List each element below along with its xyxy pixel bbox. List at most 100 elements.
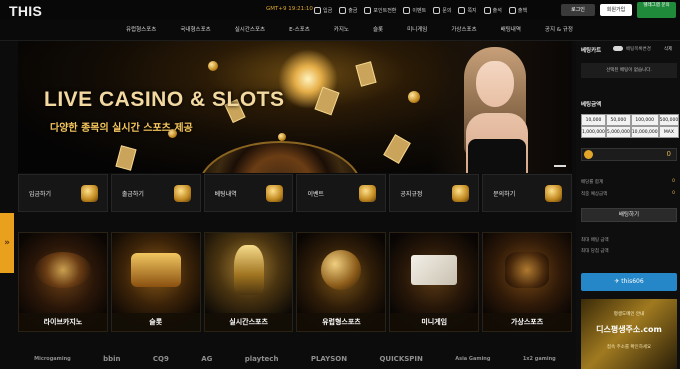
site-logo[interactable]: THIS — [9, 3, 42, 19]
top-link-withdraw[interactable]: 출금 — [339, 3, 357, 17]
betslip-title: 베팅카트 — [581, 48, 602, 54]
quick-inquiry-button[interactable]: 문의하기 — [482, 174, 572, 212]
place-bet-button[interactable]: 배팅하기 — [581, 208, 677, 222]
deposit-icon — [314, 6, 321, 14]
game-card-live-casino[interactable]: 라이브카지노 — [18, 232, 108, 332]
nav-casino[interactable]: 카지노 — [322, 20, 361, 40]
cards-image — [411, 255, 458, 286]
betslip-toggle-label: 베팅목록변경 — [626, 47, 651, 52]
top-bar: THIS GMT+9 19:21:10 입금 출금 포인트전환 이벤트 문의 쪽… — [0, 0, 680, 20]
top-link-inquiry[interactable]: 문의 — [433, 3, 451, 17]
provider-logo: Asia Gaming — [455, 355, 491, 362]
bet-amount-input[interactable]: 0 — [581, 148, 677, 161]
gift-icon — [403, 6, 411, 14]
quick-notice-button[interactable]: 공지규정 — [389, 174, 480, 212]
withdraw-icon — [339, 6, 347, 14]
telegram-button[interactable]: 텔레그램 문의 — [637, 2, 676, 18]
soccer-ball-image — [321, 250, 362, 291]
hero-banner[interactable]: LIVE CASINO & SLOTS 다양한 종목의 실시간 스포츠 제공 — [18, 41, 572, 173]
chat-icon — [433, 6, 441, 14]
top-link-checkin[interactable]: 출첵 — [508, 3, 527, 17]
coin-image — [208, 61, 218, 71]
amount-button[interactable]: 10,000,000 — [630, 126, 659, 138]
amount-button[interactable]: 1,000,000 — [581, 126, 606, 138]
nav-euro-sports[interactable]: 유럽형스포츠 — [114, 20, 168, 40]
domain-ad-banner[interactable]: 평생도메인 안내 디스평생주소.com 접속 주소를 확인하세요 — [581, 299, 677, 369]
amount-button-max[interactable]: MAX — [658, 126, 680, 138]
point-icon — [364, 6, 372, 14]
provider-logo: playtech — [244, 354, 279, 363]
game-card-live-sports[interactable]: 실시간스포츠 — [203, 232, 294, 332]
mail-icon — [458, 6, 466, 14]
provider-logo: CQ9 — [152, 354, 169, 363]
nav-virtual-sports[interactable]: 가상스포츠 — [439, 20, 488, 40]
odds-total-row: 배당률 합계 0 — [581, 179, 675, 185]
quick-event-button[interactable]: 이벤트 — [296, 174, 387, 212]
game-card-slot[interactable]: 슬롯 — [110, 232, 201, 332]
banner-indicator[interactable] — [554, 165, 566, 167]
top-link-message[interactable]: 쪽지 — [458, 3, 477, 17]
amount-button[interactable]: 500,000 — [658, 114, 680, 126]
main-nav: 유럽형스포츠 국내형스포츠 실시간스포츠 E-스포츠 카지노 슬롯 미니게임 가… — [0, 20, 680, 41]
clock: GMT+9 19:21:10 — [266, 6, 313, 12]
expected-win-row: 적중 예상금액 0 — [581, 191, 675, 197]
check-icon — [508, 6, 516, 14]
amount-button[interactable]: 100,000 — [630, 114, 659, 126]
login-button[interactable]: 로그인 — [561, 4, 595, 16]
amount-buttons: 10,000 50,000 100,000 500,000 1,000,000 … — [581, 114, 680, 138]
amount-button[interactable]: 10,000 — [581, 114, 606, 126]
roulette-image — [34, 252, 91, 289]
top-links: 입금 출금 포인트전환 이벤트 문의 쪽지 출석 출첵 — [314, 3, 527, 17]
nav-bet-history[interactable]: 배팅내역 — [489, 20, 533, 40]
top-link-deposit[interactable]: 입금 — [314, 3, 332, 17]
calendar-icon — [483, 6, 491, 14]
provider-logo: 1x2 gaming — [522, 355, 556, 362]
provider-logo: Microgaming — [34, 355, 71, 362]
provider-logo: AG — [201, 354, 213, 363]
top-link-event[interactable]: 이벤트 — [403, 3, 426, 17]
quick-deposit-button[interactable]: 입금하기 — [18, 174, 108, 212]
max-bet-label: 최대 배팅 금액 — [581, 238, 609, 243]
nav-live-sports[interactable]: 실시간스포츠 — [223, 20, 277, 40]
nav-slot[interactable]: 슬롯 — [361, 20, 395, 40]
betslip-delete-button[interactable]: 삭제 — [664, 46, 672, 52]
banner-title: LIVE CASINO & SLOTS — [44, 88, 285, 111]
trophy-image — [233, 245, 264, 296]
card-image — [355, 61, 377, 87]
card-image — [115, 145, 137, 171]
quick-menu: 입금하기 출금하기 베팅내역 이벤트 공지규정 문의하기 — [18, 174, 572, 212]
amount-button[interactable]: 5,000,000 — [605, 126, 631, 138]
notice-icon — [452, 185, 470, 202]
betslip-toggle[interactable] — [613, 46, 623, 51]
game-categories: 라이브카지노 슬롯 실시간스포츠 유럽형스포츠 미니게임 가상스포츠 — [18, 232, 572, 332]
top-link-attendance[interactable]: 출석 — [483, 3, 502, 17]
nav-minigame[interactable]: 미니게임 — [395, 20, 439, 40]
game-card-minigame[interactable]: 미니게임 — [389, 232, 480, 332]
deposit-icon — [80, 185, 98, 202]
roulette-wheel-image — [198, 141, 362, 173]
banner-subtitle: 다양한 종목의 실시간 스포츠 제공 — [50, 123, 193, 134]
coin-image — [278, 133, 286, 141]
game-card-virtual-sports[interactable]: 가상스포츠 — [482, 232, 572, 332]
betslip-empty-message: 선택된 배팅이 없습니다. — [581, 63, 677, 78]
amount-button[interactable]: 50,000 — [605, 114, 631, 126]
quick-bet-history-button[interactable]: 베팅내역 — [203, 174, 294, 212]
provider-logo: bbin — [103, 354, 121, 363]
join-button[interactable]: 회원가입 — [600, 4, 632, 16]
coin-image — [408, 91, 420, 103]
top-link-point[interactable]: 포인트전환 — [364, 3, 396, 17]
chat-icon — [544, 185, 562, 202]
quick-withdraw-button[interactable]: 출금하기 — [110, 174, 201, 212]
nav-esports[interactable]: E-스포츠 — [277, 20, 322, 40]
bet-amount-title: 베팅금액 — [581, 102, 602, 108]
coin-icon — [584, 150, 593, 159]
telegram-contact-button[interactable]: ✈ this606 — [581, 273, 677, 291]
game-card-euro-sports[interactable]: 유럽형스포츠 — [296, 232, 387, 332]
nav-domestic-sports[interactable]: 국내형스포츠 — [168, 20, 222, 40]
card-image — [383, 134, 411, 164]
side-toggle-arrow-icon[interactable]: » — [0, 213, 14, 273]
provider-logos: Microgaming bbin CQ9 AG playtech PLAYSON… — [18, 348, 572, 369]
max-win-label: 최대 당첨 금액 — [581, 249, 609, 254]
withdraw-icon — [173, 185, 191, 202]
nav-notice-rules[interactable]: 공지 & 규정 — [533, 20, 585, 40]
